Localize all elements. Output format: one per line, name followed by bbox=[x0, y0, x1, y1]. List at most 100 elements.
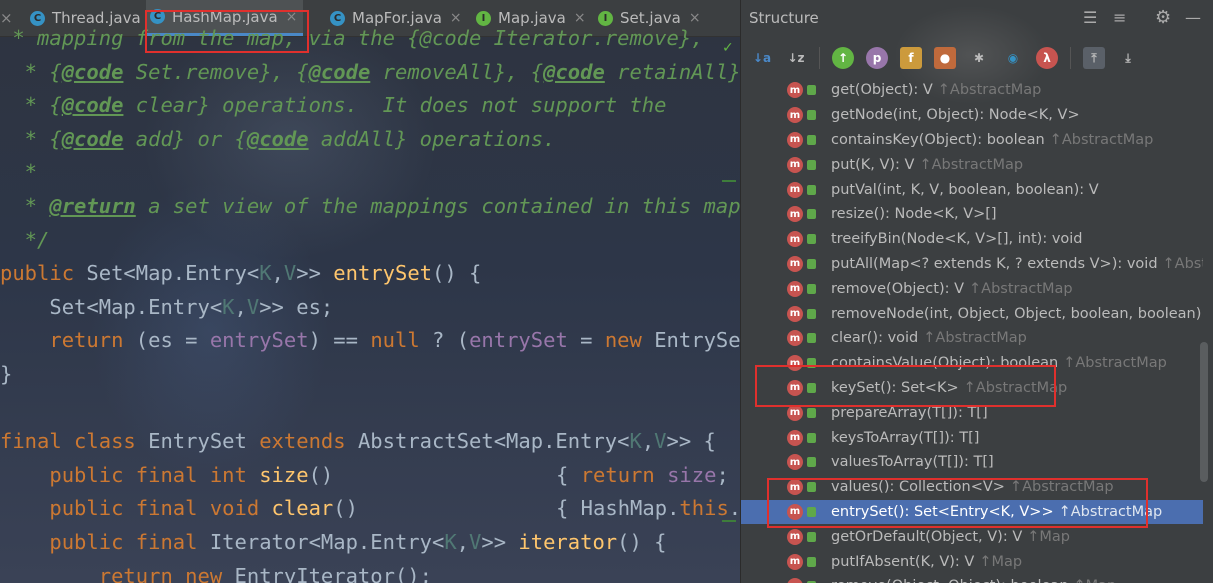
method-icon: m bbox=[787, 181, 803, 198]
show-inherited-icon[interactable]: ↑ bbox=[832, 47, 854, 69]
structure-item[interactable]: m removeNode(int, Object, Object, boolean… bbox=[741, 301, 1203, 326]
lock-icon bbox=[807, 134, 816, 145]
method-signature: prepareArray(T[]): T[] bbox=[831, 405, 993, 421]
method-signature: putIfAbsent(K, V): V ↑Map bbox=[831, 554, 1022, 570]
method-signature: resize(): Node<K, V>[] bbox=[831, 206, 1002, 222]
method-icon: m bbox=[787, 553, 803, 570]
punct: , bbox=[234, 294, 247, 319]
structure-item[interactable]: m keySet(): Set<K> ↑AbstractMap bbox=[741, 376, 1203, 401]
punct: { bbox=[556, 462, 581, 487]
structure-item[interactable]: m prepareArray(T[]): T[] bbox=[741, 400, 1203, 425]
toolbar-separator bbox=[1070, 47, 1071, 69]
show-lambdas-icon[interactable]: ◉ bbox=[1002, 47, 1024, 69]
method-signature: put(K, V): V ↑AbstractMap bbox=[831, 157, 1023, 173]
comment-text: * mapping from the map, via the {@code I… bbox=[0, 26, 704, 50]
keyword: public bbox=[0, 261, 87, 286]
show-properties-icon[interactable]: p bbox=[866, 47, 888, 69]
structure-item[interactable]: m put(K, V): V ↑AbstractMap bbox=[741, 152, 1203, 177]
punct: ? ( bbox=[419, 328, 470, 353]
structure-item[interactable]: m clear(): void ↑AbstractMap bbox=[741, 326, 1203, 351]
structure-item[interactable]: m remove(Object): V ↑AbstractMap bbox=[741, 276, 1203, 301]
structure-item[interactable]: m values(): Collection<V> ↑AbstractMap bbox=[741, 475, 1203, 500]
expand-all-icon[interactable]: ☰ bbox=[1083, 10, 1097, 26]
comment-text: * bbox=[0, 194, 50, 218]
method-name: iterator bbox=[518, 530, 618, 554]
method-signature-text: putAll(Map<? extends K, ? extends V>): v… bbox=[831, 255, 1158, 272]
method-signature: valuesToArray(T[]): T[] bbox=[831, 454, 999, 470]
method-signature: containsKey(Object): boolean ↑AbstractMap bbox=[831, 132, 1153, 148]
structure-item[interactable]: m keysToArray(T[]): T[] bbox=[741, 425, 1203, 450]
autoscroll-from-source-icon[interactable]: ⤓ bbox=[1117, 47, 1139, 69]
code-line-5: * @return a set view of the mappings con… bbox=[0, 190, 740, 223]
lock-icon bbox=[807, 432, 816, 443]
structure-scrollbar[interactable] bbox=[1200, 342, 1208, 482]
keyword: return bbox=[49, 328, 136, 353]
inherited-from: ↑AbstractMap bbox=[1063, 355, 1167, 372]
structure-item[interactable]: m containsValue(Object): boolean ↑Abstract… bbox=[741, 351, 1203, 376]
method-icon: m bbox=[787, 255, 803, 272]
lock-icon bbox=[807, 506, 816, 517]
javadoc-tag: @return bbox=[49, 194, 136, 218]
structure-item[interactable]: m resize(): Node<K, V>[] bbox=[741, 202, 1203, 227]
javadoc-tag: @code bbox=[246, 126, 309, 151]
method-icon: m bbox=[787, 231, 803, 248]
type-name: >> bbox=[296, 261, 334, 286]
structure-item[interactable]: m treeifyBin(Node<K, V>[], int): void bbox=[741, 227, 1203, 252]
code-line-12: final class EntrySet extends AbstractSet… bbox=[0, 425, 716, 458]
show-non-public-icon[interactable]: ● bbox=[934, 47, 956, 69]
method-icon: m bbox=[787, 156, 803, 173]
comment-text: clear} operations. It does not support t… bbox=[123, 93, 667, 118]
sort-alphabetically-icon[interactable]: ↓z bbox=[785, 47, 807, 69]
comment-text: */ bbox=[0, 227, 50, 252]
sort-by-visibility-icon[interactable]: ↓a bbox=[751, 47, 773, 69]
method-signature-text: containsKey(Object): boolean bbox=[831, 131, 1045, 148]
structure-item[interactable]: m getNode(int, Object): Node<K, V> bbox=[741, 103, 1203, 128]
lock-icon bbox=[807, 308, 816, 319]
structure-item[interactable]: m getOrDefault(Object, V): V ↑Map bbox=[741, 524, 1203, 549]
generic-param: K bbox=[259, 261, 272, 286]
method-signature: putVal(int, K, V, boolean, boolean): V bbox=[831, 182, 1104, 198]
lock-icon bbox=[807, 209, 816, 220]
structure-item[interactable]: m get(Object): V ↑AbstractMap bbox=[741, 78, 1203, 103]
type-name: Iterator<Map.Entry< bbox=[209, 530, 445, 554]
minimize-icon[interactable]: — bbox=[1185, 10, 1201, 26]
keyword: return bbox=[580, 462, 668, 487]
type-name: EntryIterator(); bbox=[234, 563, 432, 583]
method-icon: m bbox=[787, 379, 803, 396]
method-signature: entrySet(): Set<Entry<K, V>> ↑AbstractMap bbox=[831, 504, 1162, 520]
show-fields-icon[interactable]: f bbox=[900, 47, 922, 69]
punct: ) == bbox=[308, 328, 371, 353]
method-signature-text: resize(): Node<K, V>[] bbox=[831, 206, 997, 223]
collapse-all-icon[interactable]: ≡ bbox=[1113, 10, 1126, 26]
method-signature-text: get(Object): V bbox=[831, 82, 933, 99]
inherited-from: ↑AbstractMap bbox=[1058, 503, 1163, 520]
method-signature-text: treeifyBin(Node<K, V>[], int): void bbox=[831, 231, 1083, 248]
structure-item[interactable]: m valuesToArray(T[]): T[] bbox=[741, 450, 1203, 475]
keyword: new bbox=[604, 328, 655, 353]
method-name: size bbox=[259, 462, 309, 487]
generic-param: V bbox=[469, 530, 482, 554]
structure-item[interactable]: m entrySet(): Set<Entry<K, V>> ↑AbstractMa… bbox=[741, 499, 1203, 525]
structure-item[interactable]: m putIfAbsent(K, V): V ↑Map bbox=[741, 549, 1203, 574]
structure-item[interactable]: m putVal(int, K, V, boolean, boolean): V bbox=[741, 177, 1203, 202]
code-line-7: public Set<Map.Entry<K,V>> entrySet() { bbox=[0, 257, 481, 290]
autoscroll-to-source-icon[interactable]: ⤒ bbox=[1083, 47, 1105, 69]
code-line-13: public final int size(){ return size; } bbox=[0, 459, 740, 492]
type-name: >> bbox=[481, 530, 519, 554]
code-area[interactable]: * mapping from the map, via the {@code I… bbox=[0, 26, 740, 583]
punct: (es = bbox=[135, 328, 210, 353]
structure-item[interactable]: m containsKey(Object): boolean ↑AbstractMa… bbox=[741, 128, 1203, 153]
show-lambda-icon[interactable]: λ bbox=[1036, 47, 1058, 69]
method-icon: m bbox=[787, 578, 803, 583]
comment-text: * bbox=[0, 160, 38, 185]
method-signature: treeifyBin(Node<K, V>[], int): void bbox=[831, 231, 1088, 247]
generic-param: K bbox=[444, 530, 457, 554]
structure-item[interactable]: m putAll(Map<? extends K, ? extends V>): … bbox=[741, 252, 1203, 277]
show-anonymous-icon[interactable]: ✱ bbox=[968, 47, 990, 69]
settings-icon[interactable]: ⚙ bbox=[1155, 9, 1171, 27]
code-editor[interactable]: CThread.java×CHashMap.java×CMapFor.java×… bbox=[0, 0, 740, 583]
lock-icon bbox=[807, 110, 816, 121]
structure-item[interactable]: m remove(Object, Object): boolean ↑Map bbox=[741, 574, 1203, 583]
code-line-14: public final void clear() { HashMap.this. bbox=[0, 492, 740, 525]
